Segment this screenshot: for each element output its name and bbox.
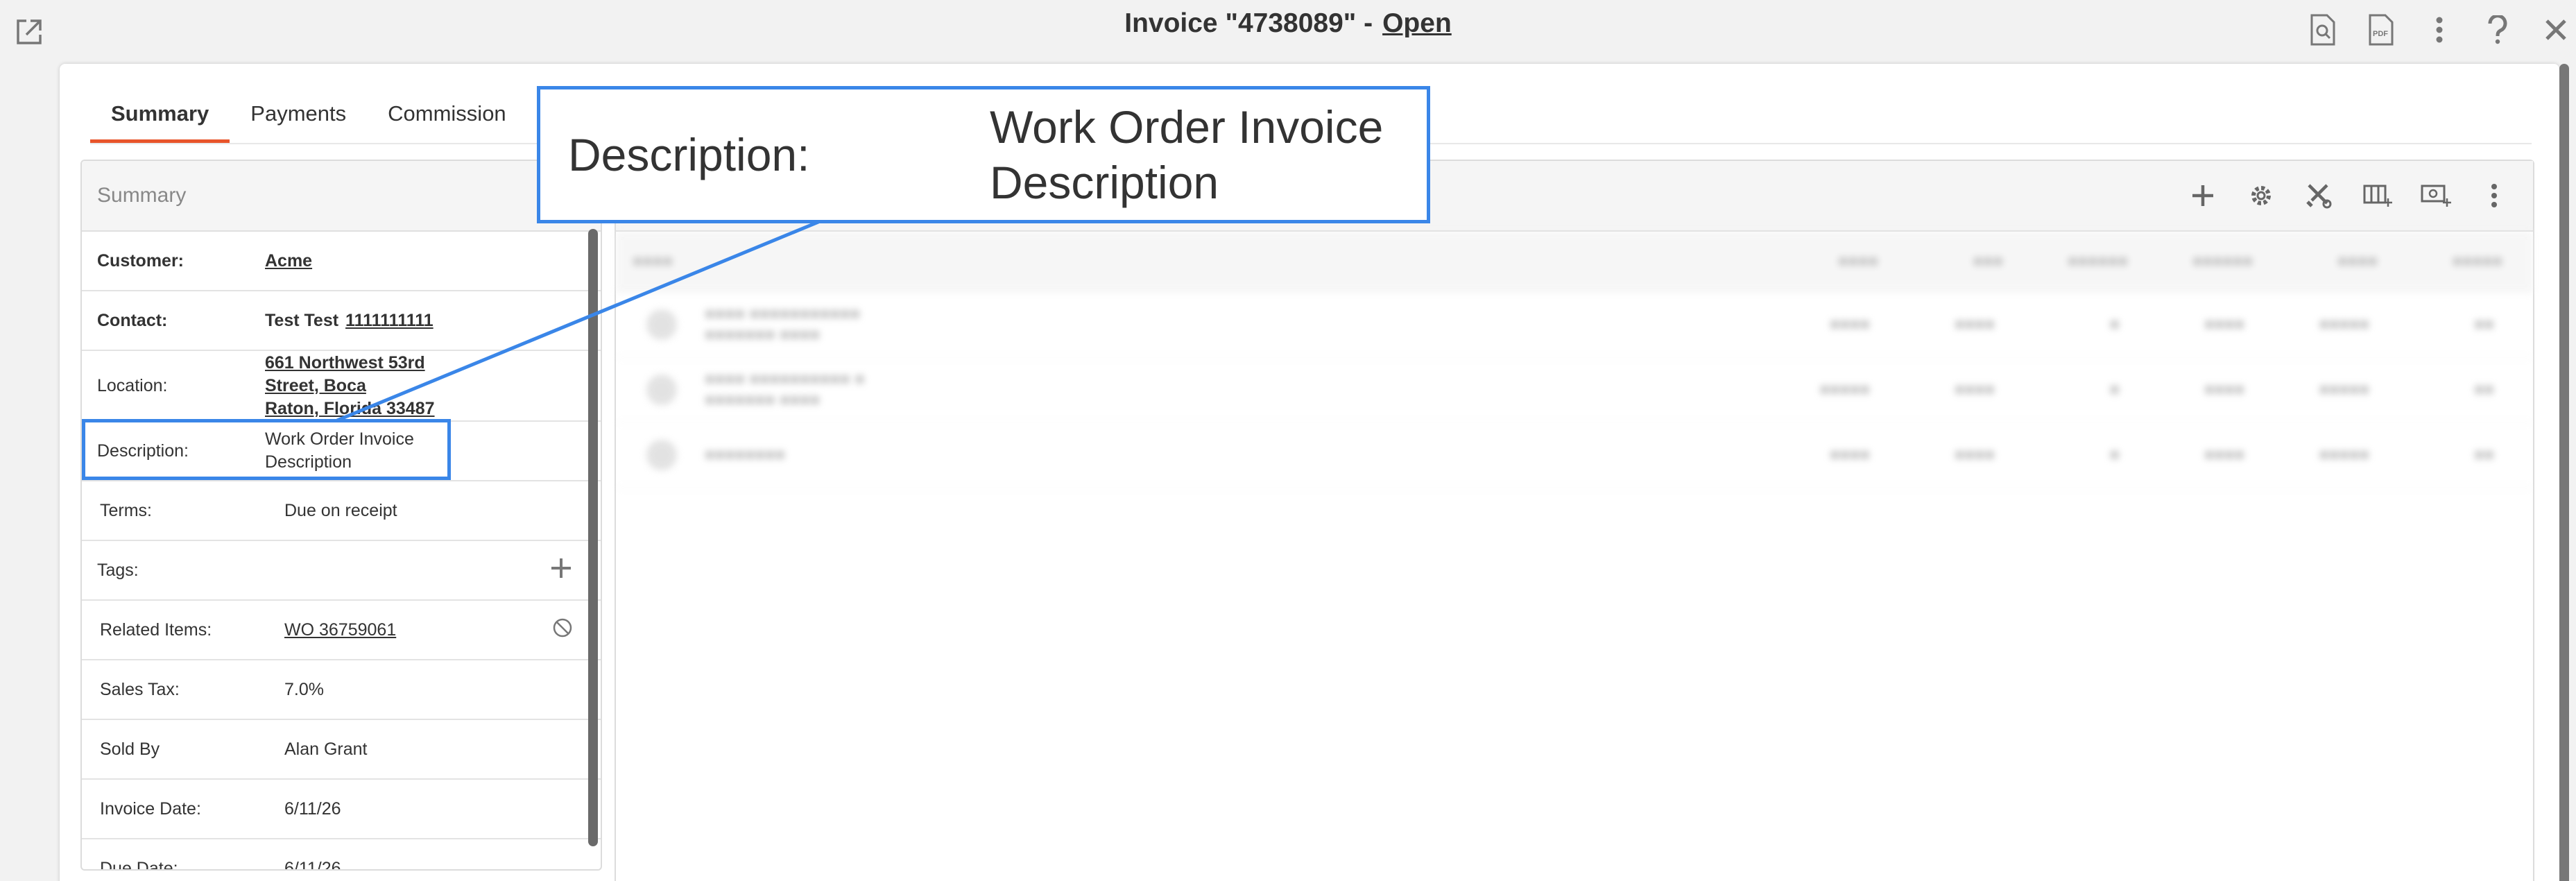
location-line-2: Street, Boca xyxy=(265,375,366,395)
customer-row: Customer: Acme xyxy=(82,232,601,291)
description-highlight xyxy=(82,419,451,480)
line-items-panel: ■■■■ ■■■■ ■■■ ■■■■■■ ■■■■■■ ■■■■ ■■■■■ ■■■■ ■… xyxy=(615,160,2534,881)
terms-label: Terms: xyxy=(100,500,152,520)
summary-panel-header: Summary xyxy=(82,161,601,232)
sales-tax-row: Sales Tax: 7.0% xyxy=(82,660,601,720)
add-tag-icon[interactable] xyxy=(549,556,573,585)
table-row: ■■■■ ■■■■■■■■■■■ ■■■■■■■ ■■■■ ■■■■ ■■■■ ■ ■■… xyxy=(616,293,2533,358)
search-document-icon[interactable] xyxy=(2303,12,2343,47)
tab-commission[interactable]: Commission xyxy=(367,94,527,143)
sold-by-row: Sold By Alan Grant xyxy=(82,720,601,780)
location-label: Location: xyxy=(97,375,168,395)
sold-by-value: Alan Grant xyxy=(284,739,368,759)
invoice-date-label: Invoice Date: xyxy=(100,798,201,819)
sales-tax-value: 7.0% xyxy=(284,679,324,699)
related-items-label: Related Items: xyxy=(100,619,212,640)
invoice-date-row: Invoice Date: 6/11/26 xyxy=(82,780,601,839)
page-scrollbar[interactable] xyxy=(2559,64,2569,881)
due-date-value: 6/11/26 xyxy=(284,858,341,871)
more-vertical-icon[interactable] xyxy=(2419,12,2459,47)
contact-row: Contact: Test Test 1111111111 xyxy=(82,291,601,351)
zoom-callout: Description: Work Order Invoice Descript… xyxy=(537,86,1430,223)
terms-value: Due on receipt xyxy=(284,500,397,520)
terms-row: Terms: Due on receipt xyxy=(82,481,601,541)
related-item-link[interactable]: WO 36759061 xyxy=(265,620,396,640)
table-row: ■■■■ ■■■■■■■■■■ ■ ■■■■■■■ ■■■■ ■■■■■ ■■■■ ■… xyxy=(616,358,2533,423)
location-line-3: Raton, Florida 33487 xyxy=(265,398,435,418)
related-items-row: Related Items: WO 36759061 xyxy=(82,601,601,660)
tags-row: Tags: xyxy=(82,541,601,601)
line-items-header: ■■■■ ■■■■ ■■■ ■■■■■■ ■■■■■■ ■■■■ ■■■■■ xyxy=(616,232,2533,293)
summary-scrollbar[interactable] xyxy=(588,229,598,846)
zoom-description-label: Description: xyxy=(568,129,810,180)
contact-label: Contact: xyxy=(97,310,168,330)
due-date-label: Due Date: xyxy=(100,858,178,871)
line-items-blurred-table: ■■■■ ■■■■ ■■■ ■■■■■■ ■■■■■■ ■■■■ ■■■■■ ■■■■ ■… xyxy=(616,232,2533,488)
invoice-title: Invoice "4738089" - xyxy=(1124,8,1373,38)
customer-label: Customer: xyxy=(97,250,184,271)
summary-panel: Summary Customer: Acme Contact: Test Tes… xyxy=(80,160,602,871)
gear-icon[interactable] xyxy=(2242,176,2281,215)
zoom-description-line-1: Work Order Invoice xyxy=(990,101,1384,153)
page-title: Invoice "4738089" - Open xyxy=(0,8,2576,39)
contact-name: Test Test xyxy=(265,310,339,330)
add-payment-icon[interactable] xyxy=(2416,176,2455,215)
location-line-1: 661 Northwest 53rd xyxy=(265,352,425,373)
contact-phone-link[interactable]: 1111111111 xyxy=(345,311,433,331)
customer-link[interactable]: Acme xyxy=(265,251,312,271)
tab-summary[interactable]: Summary xyxy=(90,94,230,143)
unlink-icon[interactable] xyxy=(552,617,573,643)
tab-payments[interactable]: Payments xyxy=(230,94,367,143)
pdf-icon[interactable]: PDF xyxy=(2361,12,2401,47)
sales-tax-label: Sales Tax: xyxy=(100,679,180,699)
help-icon[interactable] xyxy=(2478,12,2518,47)
invoice-date-value: 6/11/26 xyxy=(284,798,341,819)
invoice-status-link[interactable]: Open xyxy=(1382,8,1452,38)
tools-icon[interactable] xyxy=(2300,176,2339,215)
table-row: ■■■■■■■■ ■■■■ ■■■■ ■ ■■■■ ■■■■■ ■■ xyxy=(616,423,2533,488)
tags-label: Tags: xyxy=(97,560,139,580)
sold-by-label: Sold By xyxy=(100,739,160,759)
location-row: Location: 661 Northwest 53rd Street, Boc… xyxy=(82,351,601,422)
columns-icon[interactable] xyxy=(2358,176,2397,215)
more-vertical-icon[interactable] xyxy=(2475,176,2514,215)
svg-text:PDF: PDF xyxy=(2373,30,2388,38)
location-link[interactable]: 661 Northwest 53rd Street, Boca Raton, F… xyxy=(265,352,435,420)
zoom-description-line-2: Description xyxy=(990,157,1219,208)
window-header: Invoice "4738089" - Open PDF xyxy=(0,0,2576,62)
add-line-item-icon[interactable] xyxy=(2183,176,2222,215)
due-date-row: Due Date: 6/11/26 xyxy=(82,839,601,871)
tab-bar: Summary Payments Commission xyxy=(90,94,527,143)
close-icon[interactable] xyxy=(2536,12,2576,47)
zoom-description-value: Work Order Invoice Description xyxy=(990,99,1406,210)
